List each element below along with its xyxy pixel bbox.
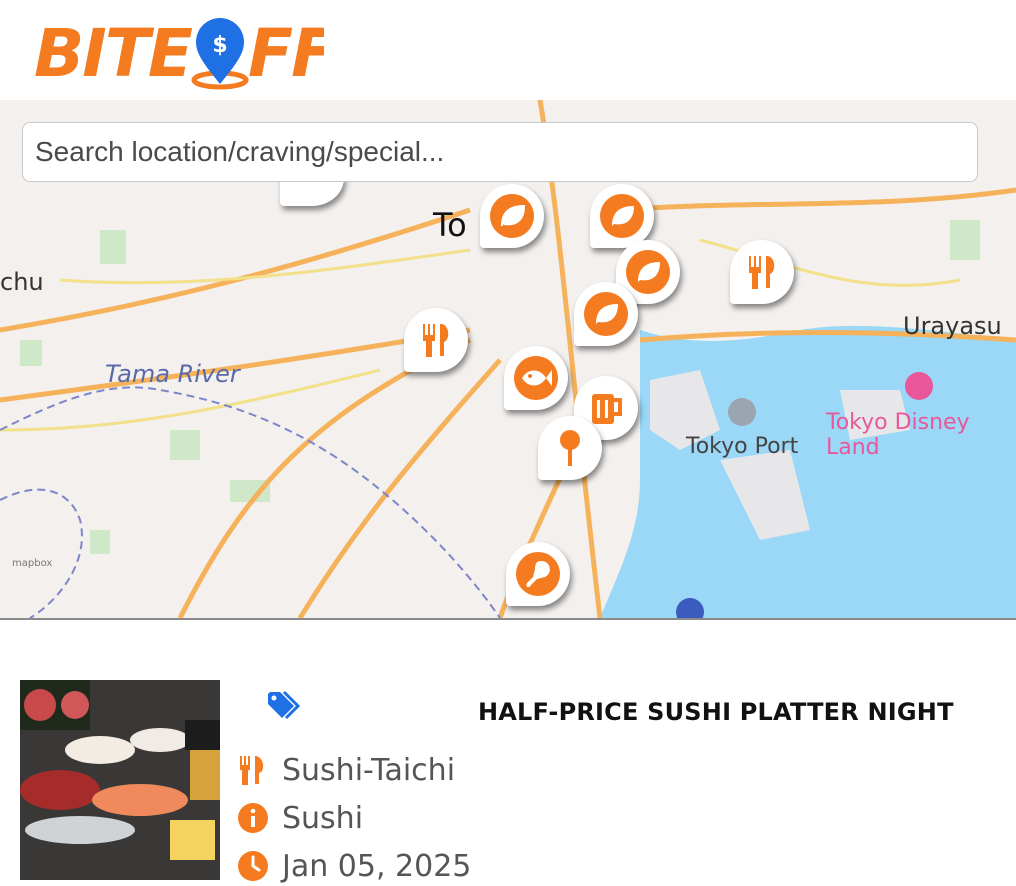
map-view[interactable]: To chu Tama River Urayasu Tokyo Port Tok… xyxy=(0,100,1016,620)
info-icon xyxy=(236,801,270,835)
tag-icon xyxy=(268,690,300,720)
map-marker-fish[interactable] xyxy=(504,346,568,410)
map-label-west: chu xyxy=(0,268,44,296)
svg-text:$: $ xyxy=(212,33,227,58)
leaf-icon xyxy=(501,204,526,227)
clock-icon xyxy=(236,849,270,883)
svg-text:BITE: BITE xyxy=(34,15,193,90)
beer-mug-icon xyxy=(592,394,622,424)
svg-text:FF: FF xyxy=(248,15,324,90)
category-text: Sushi xyxy=(282,800,364,836)
leaf-icon xyxy=(638,262,660,282)
deal-card[interactable]: HALF-PRICE SUSHI PLATTER NIGHT Sushi-Tai… xyxy=(0,620,1016,884)
map-label-tokyo: To xyxy=(433,206,467,244)
map-marker-leaf[interactable] xyxy=(574,282,638,346)
search-input[interactable] xyxy=(22,122,978,182)
map-label-urayasu: Urayasu xyxy=(903,312,1002,340)
leaf-icon xyxy=(612,206,634,226)
map-label-disney: Tokyo Disney Land xyxy=(826,410,970,460)
date-row: Jan 05, 2025 xyxy=(236,846,471,886)
map-marker-lollipop[interactable] xyxy=(538,416,602,480)
map-marker-chicken[interactable] xyxy=(506,542,570,606)
map-marker-restaurant[interactable] xyxy=(404,308,468,372)
map-label-tama-river: Tama River xyxy=(105,360,240,388)
sushi-thumbnail-image[interactable] xyxy=(20,680,220,880)
lollipop-icon xyxy=(560,430,580,466)
map-pin-logo-icon: $ xyxy=(191,18,249,90)
map-marker-restaurant[interactable] xyxy=(730,240,794,304)
leaf-icon xyxy=(596,304,618,324)
map-marker-leaf[interactable] xyxy=(480,184,544,248)
mapbox-attribution[interactable]: mapbox xyxy=(12,558,52,569)
fork-knife-icon xyxy=(749,256,775,289)
deal-title[interactable]: HALF-PRICE SUSHI PLATTER NIGHT xyxy=(478,698,954,726)
category-row: Sushi xyxy=(236,798,363,838)
fork-knife-icon xyxy=(423,324,449,357)
map-label-tokyo-port: Tokyo Port xyxy=(686,434,799,459)
restaurant-name: Sushi-Taichi xyxy=(282,752,456,788)
chicken-leg-icon xyxy=(526,561,550,588)
restaurant-row[interactable]: Sushi-Taichi xyxy=(236,750,455,790)
fish-icon xyxy=(522,370,552,386)
deal-date: Jan 05, 2025 xyxy=(282,848,472,884)
map-marker-leaf[interactable] xyxy=(590,184,654,248)
fork-knife-icon xyxy=(236,753,270,787)
app-header: BITE $ FF xyxy=(0,0,1016,100)
biteoff-logo[interactable]: BITE $ FF xyxy=(34,14,324,90)
